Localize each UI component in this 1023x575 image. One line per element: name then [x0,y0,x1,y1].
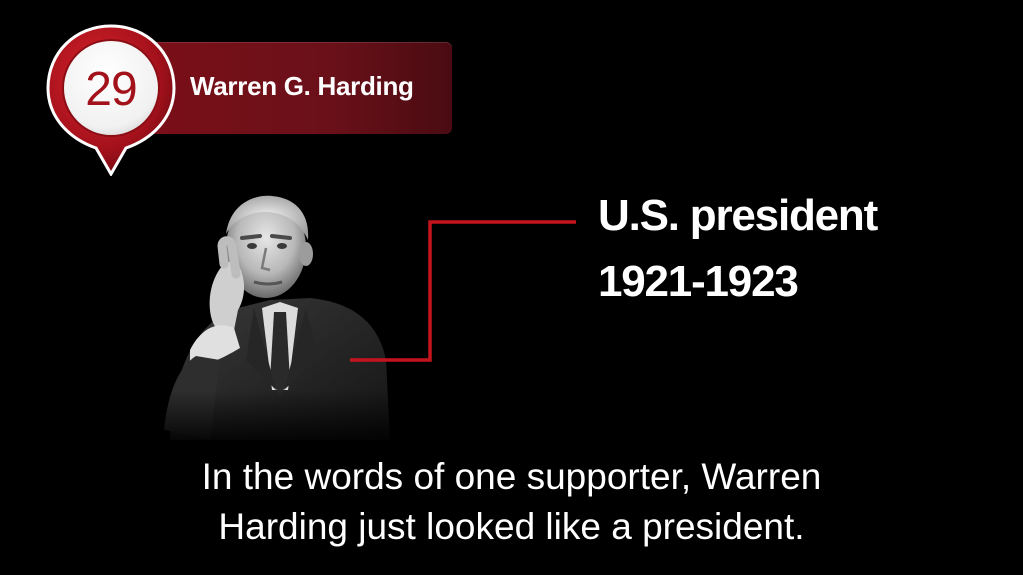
subtitle-caption: In the words of one supporter, Warren Ha… [0,452,1023,552]
connector-line [350,220,576,362]
president-name: Warren G. Harding [190,71,414,101]
term-years: 1921-1923 [598,257,799,306]
office-title: U.S. president [598,191,878,240]
caption-line-2: Harding just looked like a president. [218,506,805,547]
caption-line-1: In the words of one supporter, Warren [201,456,822,497]
rank-number: 29 [85,63,137,116]
video-frame: Warren G. Harding 29 U.S. president 1921… [0,0,1023,575]
